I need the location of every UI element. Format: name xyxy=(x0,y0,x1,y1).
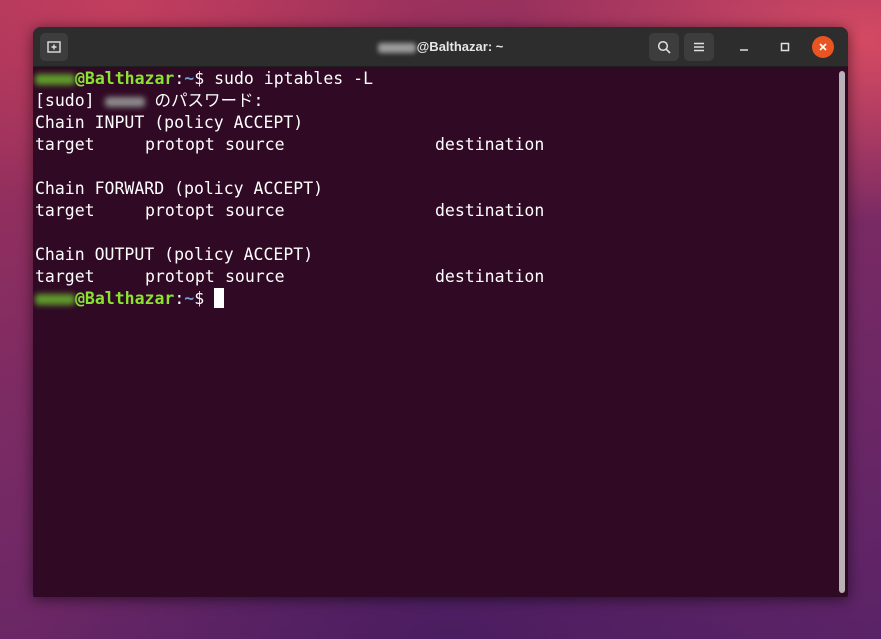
prompt-path: ~ xyxy=(184,289,195,308)
menu-button[interactable] xyxy=(684,33,714,61)
column-source: source xyxy=(225,267,285,286)
terminal-output[interactable]: @Balthazar:~$ sudo iptables -L [sudo] のパ… xyxy=(33,67,838,597)
column-source: source xyxy=(225,201,285,220)
chain-columns: target protopt source destination xyxy=(35,134,838,156)
search-icon xyxy=(657,40,671,54)
column-target: target xyxy=(35,135,95,154)
prompt-dollar: $ xyxy=(194,289,215,308)
column-destination: destination xyxy=(435,135,545,154)
redacted-username xyxy=(377,42,416,53)
column-source: source xyxy=(225,135,285,154)
column-opt: opt xyxy=(185,267,215,286)
column-opt: opt xyxy=(185,135,215,154)
chain-columns: target protopt source destination xyxy=(35,200,838,222)
sudo-suffix: のパスワード: xyxy=(144,91,264,110)
title-bar[interactable]: @Balthazar: ~ xyxy=(33,27,848,67)
sudo-password-prompt: [sudo] のパスワード: xyxy=(35,90,838,112)
new-tab-button[interactable] xyxy=(40,33,68,61)
prompt-path: ~ xyxy=(184,69,195,88)
minimize-icon xyxy=(740,49,748,51)
redacted-username xyxy=(35,294,75,305)
minimize-button[interactable] xyxy=(732,35,756,59)
maximize-button[interactable] xyxy=(773,35,797,59)
prompt-separator: : xyxy=(174,69,185,88)
prompt-dollar: $ xyxy=(194,69,215,88)
close-button[interactable] xyxy=(812,36,834,58)
column-destination: destination xyxy=(435,201,545,220)
column-opt: opt xyxy=(185,201,215,220)
redacted-username xyxy=(35,74,75,85)
column-prot: prot xyxy=(145,201,185,220)
scrollbar[interactable] xyxy=(839,71,845,593)
terminal-window: @Balthazar: ~ @Balthazar:~$ sudo iptable… xyxy=(33,27,848,597)
chain-header: Chain FORWARD (policy ACCEPT) xyxy=(35,179,324,198)
current-prompt-line[interactable]: @Balthazar:~$ xyxy=(35,288,838,310)
prompt-host: @Balthazar xyxy=(75,69,175,88)
column-prot: prot xyxy=(145,267,185,286)
command-line: @Balthazar:~$ sudo iptables -L xyxy=(35,68,838,90)
column-destination: destination xyxy=(435,267,545,286)
command-text: sudo iptables -L xyxy=(214,69,374,88)
redacted-username xyxy=(104,96,145,107)
chain-header: Chain OUTPUT (policy ACCEPT) xyxy=(35,245,314,264)
chain-header: Chain INPUT (policy ACCEPT) xyxy=(35,113,304,132)
column-prot: prot xyxy=(145,135,185,154)
search-button[interactable] xyxy=(649,33,679,61)
sudo-prefix: [sudo] xyxy=(35,91,105,110)
window-title-host: @Balthazar: ~ xyxy=(416,39,504,54)
hamburger-menu-icon xyxy=(694,42,704,52)
window-title: @Balthazar: ~ xyxy=(33,27,848,67)
chain-columns: target protopt source destination xyxy=(35,266,838,288)
maximize-icon xyxy=(780,42,790,52)
prompt-host: @Balthazar xyxy=(75,289,175,308)
prompt-separator: : xyxy=(174,289,185,308)
close-icon xyxy=(819,43,827,51)
column-target: target xyxy=(35,201,95,220)
text-cursor xyxy=(214,288,225,308)
new-tab-icon xyxy=(47,41,61,53)
column-target: target xyxy=(35,267,95,286)
